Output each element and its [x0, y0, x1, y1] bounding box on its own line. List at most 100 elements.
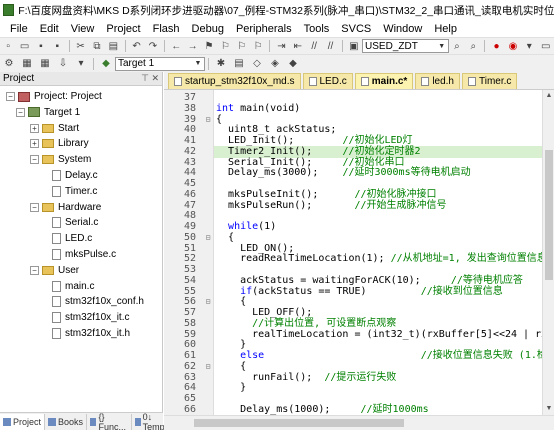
nav-back-icon[interactable]: ← [169, 39, 183, 53]
download-dropdown-icon[interactable]: ▾ [73, 57, 89, 71]
target-combo[interactable]: Target 1 ▼ [115, 56, 205, 71]
scroll-thumb[interactable] [545, 150, 553, 280]
code-line[interactable]: Delay_ms(1000); //延时1000ms [214, 404, 542, 415]
tree-node-target[interactable]: − Target 1 [16, 106, 80, 119]
file-extensions-icon[interactable]: ▤ [231, 57, 247, 71]
tree-node-file[interactable]: mksPulse.c [52, 248, 116, 261]
build-icon[interactable]: ▦ [19, 57, 35, 71]
tree-node-folder[interactable]: − User [30, 264, 79, 277]
toolbar-separator [341, 40, 343, 52]
tree-node-file[interactable]: Timer.c [52, 185, 97, 198]
find-in-files-icon[interactable]: ⌕ [450, 39, 464, 53]
prev-bookmark-icon[interactable]: ⚐ [218, 39, 232, 53]
redo-icon[interactable]: ↷ [146, 39, 160, 53]
expand-icon[interactable]: + [30, 139, 39, 149]
copy-icon[interactable]: ⧉ [90, 39, 104, 53]
file-icon [52, 312, 61, 324]
manage-runtime-icon[interactable]: ◇ [249, 57, 265, 71]
menu-tools[interactable]: Tools [298, 23, 336, 35]
run-env-icon[interactable]: ◆ [285, 57, 301, 71]
tree-node-file[interactable]: Serial.c [52, 216, 98, 229]
pin-icon[interactable]: ⊤ ✕ [141, 73, 159, 84]
rebuild-icon[interactable]: ▦ [37, 57, 53, 71]
incremental-find-icon[interactable]: ⌕ [466, 39, 480, 53]
target-combo-value: Target 1 [118, 58, 155, 69]
collapse-icon[interactable]: − [30, 265, 39, 275]
unindent-icon[interactable]: ⇤ [291, 39, 305, 53]
panel-tab[interactable]: Books [45, 413, 88, 430]
code-editor[interactable]: int main(void){ uint8_t ackStatus; LED_I… [164, 90, 542, 415]
save-icon[interactable]: ▪ [34, 39, 48, 53]
tree-node-folder[interactable]: + Start [30, 122, 79, 135]
horizontal-scrollbar[interactable] [164, 415, 554, 430]
tree-node-file[interactable]: main.c [52, 280, 94, 293]
collapse-icon[interactable]: − [30, 202, 39, 212]
uncomment-icon[interactable]: // [323, 39, 337, 53]
menu-svcs[interactable]: SVCS [335, 23, 377, 35]
panel-tab[interactable]: Project [0, 413, 46, 430]
fold-toggle-icon[interactable]: ⊟ [204, 114, 212, 126]
tree-node-folder[interactable]: + Library [30, 137, 89, 150]
new-file-icon[interactable]: ▫ [1, 39, 15, 53]
chevron-down-icon[interactable]: ▼ [193, 59, 203, 69]
bookmark-icon[interactable]: ⚑ [202, 39, 216, 53]
menu-flash[interactable]: Flash [147, 23, 186, 35]
tree-node-project[interactable]: − Project: Project [6, 90, 102, 103]
scroll-down-icon[interactable]: ▼ [543, 403, 554, 415]
chevron-down-icon[interactable]: ▼ [437, 41, 447, 51]
editor-tab[interactable]: LED.c [302, 73, 353, 89]
config-dropdown-icon[interactable]: ▾ [522, 39, 536, 53]
fold-toggle-icon[interactable]: ⊟ [204, 232, 212, 244]
comment-icon[interactable]: // [307, 39, 321, 53]
collapse-icon[interactable]: − [30, 155, 39, 165]
cut-icon[interactable]: ✂ [73, 39, 87, 53]
translate-icon[interactable]: ⚙ [1, 57, 17, 71]
target-options-icon[interactable]: ✱ [213, 57, 229, 71]
editor-tab[interactable]: Timer.c [462, 73, 518, 89]
open-file-icon[interactable]: ▭ [17, 39, 31, 53]
menu-debug[interactable]: Debug [186, 23, 230, 35]
window-layout-icon[interactable]: ▭ [539, 39, 553, 53]
panel-tab[interactable]: {} Func... [87, 412, 132, 430]
paste-icon[interactable]: ▤ [106, 39, 120, 53]
indent-icon[interactable]: ⇥ [274, 39, 288, 53]
menu-help[interactable]: Help [428, 23, 463, 35]
expand-icon[interactable]: + [30, 123, 39, 133]
editor-tab[interactable]: main.c* [354, 73, 414, 89]
collapse-icon[interactable]: − [6, 92, 15, 101]
fold-toggle-icon[interactable]: ⊟ [204, 296, 212, 308]
fold-toggle-icon[interactable]: ⊟ [204, 361, 212, 373]
menu-view[interactable]: View [65, 23, 101, 35]
undo-icon[interactable]: ↶ [129, 39, 143, 53]
collapse-icon[interactable]: − [16, 107, 25, 117]
tree-node-file[interactable]: Delay.c [52, 169, 98, 182]
file-icon [52, 280, 61, 292]
breakpoint-icon[interactable]: ◉ [506, 39, 520, 53]
menu-window[interactable]: Window [377, 23, 428, 35]
nav-forward-icon[interactable]: → [185, 39, 199, 53]
tree-node-folder[interactable]: − Hardware [30, 201, 101, 214]
find-file-icon[interactable]: ▣ [347, 39, 361, 53]
menu-project[interactable]: Project [100, 23, 146, 35]
scroll-up-icon[interactable]: ▲ [543, 90, 554, 102]
tree-node-file[interactable]: stm32f10x_conf.h [52, 295, 144, 308]
tree-node-file[interactable]: stm32f10x_it.c [52, 311, 129, 324]
next-bookmark-icon[interactable]: ⚐ [235, 39, 249, 53]
tree-node-file[interactable]: stm32f10x_it.h [52, 327, 130, 340]
vertical-scrollbar[interactable]: ▲ ▼ [542, 90, 554, 415]
pack-installer-icon[interactable]: ◈ [267, 57, 283, 71]
tree-node-file[interactable]: LED.c [52, 232, 92, 245]
code-area[interactable]: int main(void){ uint8_t ackStatus; LED_I… [214, 90, 542, 415]
editor-tab[interactable]: startup_stm32f10x_md.s [168, 73, 301, 89]
menu-file[interactable]: File [4, 23, 34, 35]
editor-tab[interactable]: led.h [415, 73, 460, 89]
save-all-icon[interactable]: ▪ [50, 39, 64, 53]
find-combo[interactable]: USED_ZDT ▼ [362, 39, 449, 53]
clear-bookmarks-icon[interactable]: ⚐ [251, 39, 265, 53]
menu-peripherals[interactable]: Peripherals [230, 23, 298, 35]
download-icon[interactable]: ⇩ [55, 57, 71, 71]
debug-start-icon[interactable]: ● [489, 39, 503, 53]
menu-edit[interactable]: Edit [34, 23, 65, 35]
scroll-thumb[interactable] [194, 419, 404, 427]
tree-node-folder[interactable]: − System [30, 153, 91, 166]
